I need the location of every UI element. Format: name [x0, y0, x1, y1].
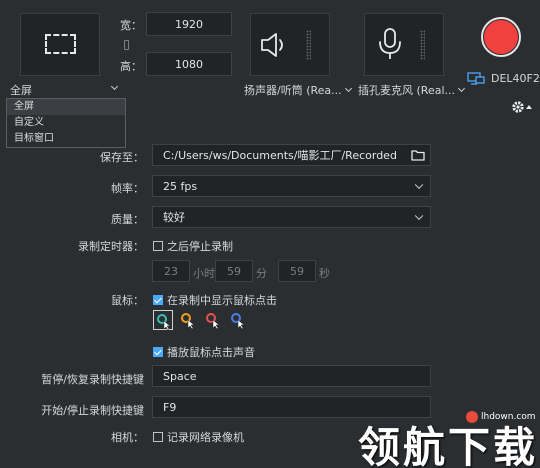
speaker-level-meter	[306, 30, 311, 60]
region-selector-panel[interactable]	[20, 13, 100, 76]
speaker-device-label: 扬声器/听筒 (Rea...	[244, 84, 342, 97]
cursor-style-red[interactable]	[203, 310, 223, 330]
width-label: 宽：	[120, 19, 142, 32]
height-input[interactable]: 1080	[146, 52, 232, 76]
timer-hours-unit: 小时	[193, 267, 215, 280]
capture-mode-dropdown[interactable]: 全屏 自定义 目标窗口	[6, 98, 126, 148]
chevron-down-icon	[414, 180, 424, 190]
width-input[interactable]: 1920	[146, 12, 232, 36]
chevron-down-icon	[414, 211, 424, 221]
dropdown-item-custom[interactable]: 自定义	[7, 115, 125, 131]
chevron-down-icon	[457, 84, 466, 93]
show-clicks-checkbox[interactable]: 在录制中显示鼠标点击	[153, 292, 277, 308]
capture-mode-select[interactable]: 全屏	[10, 82, 32, 98]
chevron-down-icon	[344, 84, 352, 93]
play-click-sound-checkbox[interactable]: 播放鼠标点击声音	[153, 344, 255, 360]
timer-seconds-unit: 秒	[319, 267, 330, 280]
fps-select[interactable]: 25 fps	[152, 175, 431, 197]
quality-label: 质量：	[111, 213, 144, 226]
speaker-icon	[261, 33, 283, 57]
fps-label: 帧率：	[111, 182, 144, 195]
dropdown-item-fullscreen[interactable]: 全屏	[7, 99, 125, 115]
camera-label: 相机：	[111, 431, 144, 444]
timer-minutes-unit: 分	[256, 267, 267, 280]
cursor-style-teal[interactable]	[153, 310, 173, 331]
capture-mode-label: 全屏	[10, 84, 32, 97]
dropdown-item-target-window[interactable]: 目标窗口	[7, 131, 125, 147]
dashed-rectangle-icon	[45, 34, 76, 54]
record-button[interactable]	[481, 17, 521, 57]
record-dot-icon	[484, 20, 518, 54]
height-label: 高：	[120, 60, 142, 73]
record-webcam-checkbox[interactable]: 记录网络录像机	[153, 429, 244, 445]
cursor-style-blue[interactable]	[228, 310, 248, 330]
mouse-label: 鼠标：	[111, 294, 144, 307]
timer-label: 录制定时器：	[78, 240, 144, 253]
checkbox-checked[interactable]	[153, 347, 163, 357]
microphone-icon	[379, 28, 401, 59]
quality-select[interactable]: 较好	[152, 206, 431, 228]
timer-hours-input[interactable]: 23	[152, 260, 190, 282]
timer-seconds-input[interactable]: 59	[278, 260, 316, 282]
display-label: DEL40F2	[491, 72, 540, 85]
timer-stop-checkbox[interactable]: 之后停止录制	[153, 238, 233, 254]
speaker-panel[interactable]	[250, 13, 330, 76]
microphone-level-meter	[420, 30, 425, 60]
speaker-select[interactable]: 扬声器/听筒 (Rea...	[244, 82, 352, 98]
save-path-input[interactable]: C:/Users/ws/Documents/喵影工厂/Recorded	[152, 144, 431, 166]
folder-icon[interactable]	[411, 149, 425, 161]
monitor-icon	[467, 72, 485, 85]
microphone-panel[interactable]	[364, 13, 444, 76]
pause-hotkey-label: 暂停/恢复录制快捷键	[41, 373, 144, 386]
save-path-label: 保存至：	[100, 151, 144, 164]
chevron-down-icon[interactable]	[108, 82, 119, 95]
microphone-device-label: 插孔麦克风 (Real...	[358, 84, 455, 97]
checkbox-unchecked[interactable]	[153, 241, 163, 251]
checkbox-checked[interactable]	[153, 295, 163, 305]
microphone-select[interactable]: 插孔麦克风 (Real...	[358, 82, 466, 98]
pause-hotkey-input[interactable]: Space	[152, 365, 431, 387]
settings-gear-icon[interactable]	[511, 99, 535, 115]
timer-minutes-input[interactable]: 59	[215, 260, 253, 282]
link-aspect-icon[interactable]	[124, 40, 129, 50]
watermark-text: 领航下载	[358, 423, 539, 468]
cursor-style-orange[interactable]	[178, 310, 198, 330]
checkbox-unchecked[interactable]	[153, 432, 163, 442]
start-hotkey-label: 开始/停止录制快捷键	[41, 404, 144, 417]
